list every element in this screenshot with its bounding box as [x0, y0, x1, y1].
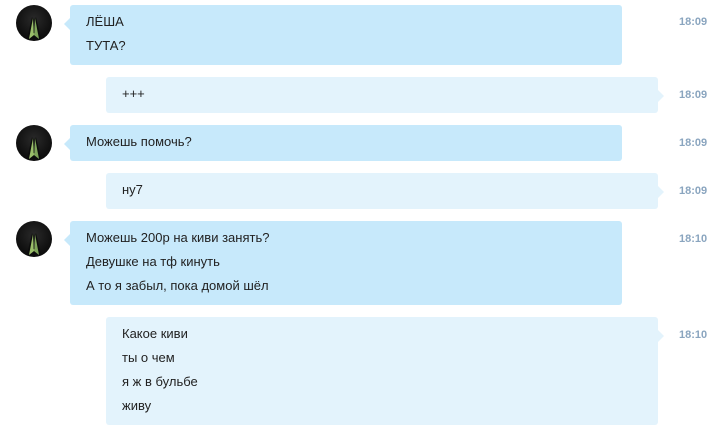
message-timestamp: 18:09	[679, 89, 708, 101]
message-text: ЛЁША	[86, 14, 124, 29]
message-bubble: Какое киви ты о чем я ж в бульбе живу	[106, 317, 664, 425]
message-bubble: +++	[106, 77, 664, 113]
message-bubble: Можешь помочь?	[64, 125, 622, 161]
suit-avatar-icon[interactable]	[16, 125, 52, 161]
message-text: ты о чем	[122, 350, 175, 365]
suit-avatar-icon[interactable]	[16, 221, 52, 257]
message-text: +++	[122, 86, 145, 101]
message-timestamp: 18:10	[679, 329, 708, 341]
message-text: Девушке на тф кинуть	[86, 254, 220, 269]
message-text: А то я забыл, пока домой шёл	[86, 278, 269, 293]
message-bubble: ЛЁША ТУТА?	[64, 5, 622, 65]
message-bubble: Можешь 200р на киви занять? Девушке на т…	[64, 221, 622, 305]
message-timestamp: 18:09	[679, 16, 708, 28]
message-timestamp: 18:09	[679, 137, 708, 149]
message-text: ну7	[122, 182, 143, 197]
suit-avatar-icon[interactable]	[16, 5, 52, 41]
message-text: ТУТА?	[86, 38, 126, 53]
message-text: живу	[122, 398, 152, 413]
message-text: Можешь 200р на киви занять?	[86, 230, 270, 245]
message-timestamp: 18:09	[679, 185, 708, 197]
message-text: я ж в бульбе	[122, 374, 198, 389]
message-text: Какое киви	[122, 326, 188, 341]
message-text: Можешь помочь?	[86, 134, 192, 149]
message-bubble: ну7	[106, 173, 664, 209]
message-timestamp: 18:10	[679, 233, 708, 245]
